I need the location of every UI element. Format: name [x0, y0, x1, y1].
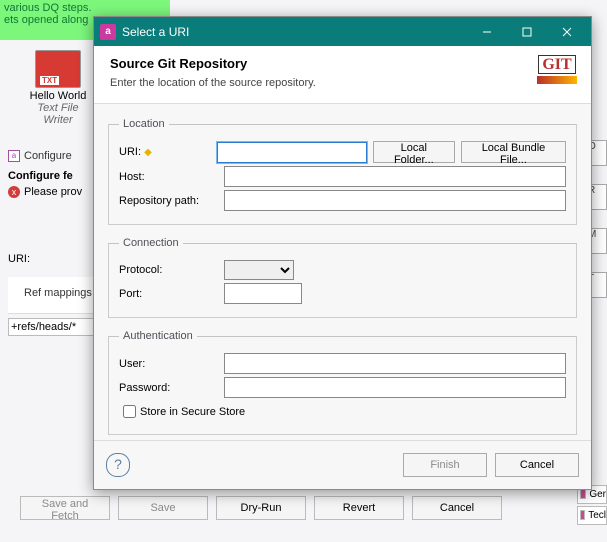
host-input[interactable] — [224, 166, 566, 187]
auth-legend: Authentication — [119, 330, 197, 342]
cancel-button[interactable]: Cancel — [495, 453, 579, 477]
connection-group: Connection Protocol: Port: — [108, 237, 577, 318]
node-subtitle: Text File Writer — [28, 102, 88, 126]
header-subtitle: Enter the location of the source reposit… — [110, 77, 575, 89]
secure-store-checkbox[interactable] — [123, 405, 136, 418]
dialog-content: Location URI: ◆ Local Folder... Local Bu… — [94, 104, 591, 457]
user-label: User: — [119, 358, 224, 370]
cancel-button-bg[interactable]: Cancel — [412, 496, 502, 520]
bottom-toolbar: Save and Fetch Save Dry-Run Revert Cance… — [20, 496, 502, 520]
app-icon: a — [100, 24, 116, 40]
maximize-button[interactable] — [507, 17, 547, 46]
git-logo-bar — [537, 76, 577, 84]
save-button[interactable]: Save — [118, 496, 208, 520]
location-group: Location URI: ◆ Local Folder... Local Bu… — [108, 118, 577, 225]
protocol-label: Protocol: — [119, 264, 224, 276]
port-label: Port: — [119, 288, 224, 300]
password-input[interactable] — [224, 377, 566, 398]
right-tab-2[interactable]: Tecl — [577, 506, 607, 525]
password-label: Password: — [119, 382, 224, 394]
configure-tab-label: Configure — [24, 150, 72, 162]
protocol-select[interactable] — [224, 260, 294, 280]
workflow-node[interactable]: TXT Hello World Text File Writer — [28, 50, 88, 126]
local-folder-button[interactable]: Local Folder... — [373, 141, 455, 163]
error-text: Please prov — [24, 186, 82, 198]
banner-line2: ets opened along — [4, 14, 88, 26]
repo-path-label: Repository path: — [119, 195, 224, 207]
titlebar[interactable]: a Select a URI — [94, 17, 591, 46]
dialog-header: Source Git Repository Enter the location… — [94, 46, 591, 104]
port-input[interactable] — [224, 283, 302, 304]
file-writer-icon: TXT — [35, 50, 81, 88]
node-label: Hello World — [28, 90, 88, 102]
icon-txt-label: TXT — [40, 76, 59, 85]
git-logo-text: GIT — [538, 55, 575, 74]
tab-icon — [580, 510, 585, 520]
connection-legend: Connection — [119, 237, 183, 249]
uri-input[interactable] — [217, 142, 367, 163]
tab-label: Tecl — [588, 510, 606, 521]
select-uri-dialog: a Select a URI Source Git Repository Ent… — [93, 16, 592, 490]
local-bundle-button[interactable]: Local Bundle File... — [461, 141, 566, 163]
app-icon: a — [8, 150, 20, 162]
banner-line1: various DQ steps. — [4, 2, 91, 14]
right-tabs: Ger Tecl — [577, 485, 607, 527]
required-icon: ◆ — [144, 147, 152, 158]
help-button[interactable]: ? — [106, 453, 130, 477]
uri-field-label: URI: — [8, 253, 30, 265]
finish-button[interactable]: Finish — [403, 453, 487, 477]
secure-store-label: Store in Secure Store — [140, 406, 245, 418]
git-logo: GIT — [537, 56, 577, 84]
revert-button[interactable]: Revert — [314, 496, 404, 520]
host-label: Host: — [119, 171, 224, 183]
location-legend: Location — [119, 118, 169, 130]
window-title: Select a URI — [122, 25, 467, 39]
save-and-fetch-button[interactable]: Save and Fetch — [20, 496, 110, 520]
tab-label: Ger — [589, 489, 606, 500]
dry-run-button[interactable]: Dry-Run — [216, 496, 306, 520]
error-icon: x — [8, 186, 20, 198]
dialog-footer: ? Finish Cancel — [94, 440, 591, 489]
header-title: Source Git Repository — [110, 56, 575, 71]
user-input[interactable] — [224, 353, 566, 374]
uri-label: URI: ◆ — [119, 146, 217, 158]
repo-path-input[interactable] — [224, 190, 566, 211]
close-button[interactable] — [547, 17, 587, 46]
authentication-group: Authentication User: Password: Store in … — [108, 330, 577, 435]
tab-icon — [580, 489, 586, 499]
minimize-button[interactable] — [467, 17, 507, 46]
